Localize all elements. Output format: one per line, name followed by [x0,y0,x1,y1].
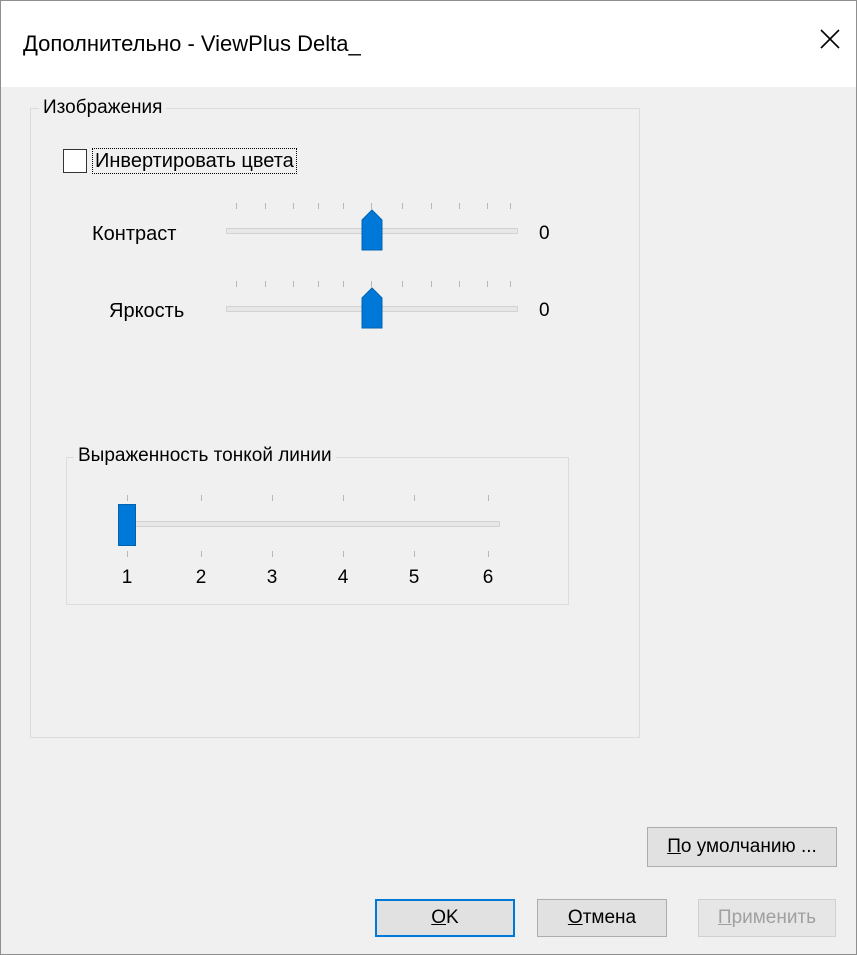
ok-label: K [446,907,459,928]
ok-button[interactable]: ОK [375,899,515,937]
tick-label-2: 2 [195,567,207,588]
contrast-tick [293,203,294,209]
images-group-label: Изображения [39,97,167,119]
contrast-tick [459,203,460,209]
line-thickness-tick [414,495,415,501]
contrast-tick [236,203,237,209]
brightness-thumb[interactable] [361,287,383,329]
defaults-label: о умолчанию ... [680,836,817,857]
brightness-tick [431,281,432,287]
apply-button[interactable]: Применить [698,899,836,937]
contrast-value: 0 [539,223,550,244]
line-thickness-tick [343,495,344,501]
line-thickness-tick [488,495,489,501]
close-icon [820,29,840,49]
contrast-tick [402,203,403,209]
line-thickness-tick [343,551,344,557]
contrast-tick [343,203,344,209]
cancel-button[interactable]: Отмена [537,899,667,937]
line-thickness-track[interactable] [126,521,500,527]
brightness-tick [459,281,460,287]
brightness-tick [293,281,294,287]
contrast-label: Контраст [92,223,177,245]
line-thickness-tick [127,495,128,501]
brightness-label: Яркость [109,300,185,322]
tick-label-1: 1 [121,567,133,588]
window-title: Дополнительно - ViewPlus Delta_ [23,31,361,56]
contrast-thumb[interactable] [361,209,383,251]
line-thickness-thumb[interactable] [118,504,136,546]
brightness-tick [343,281,344,287]
line-thickness-group-label: Выраженность тонкой линии [74,445,336,467]
tick-label-6: 6 [482,567,494,588]
brightness-tick [265,281,266,287]
dialog-window: Дополнительно - ViewPlus Delta_ Изображе… [0,0,857,955]
ok-accel: О [431,907,447,928]
brightness-tick [402,281,403,287]
brightness-tick [487,281,488,287]
line-thickness-tick [272,495,273,501]
line-thickness-tick [201,495,202,501]
line-thickness-tick [201,551,202,557]
line-thickness-tick [127,551,128,557]
invert-colors-checkbox[interactable]: Инвертировать цвета [63,148,297,174]
close-button[interactable] [804,13,856,65]
title-bar: Дополнительно - ViewPlus Delta_ [1,1,856,87]
brightness-tick [510,281,511,287]
contrast-tick [265,203,266,209]
apply-accel: П [717,907,732,928]
cancel-accel: О [567,907,583,928]
defaults-accel: П [667,836,681,857]
defaults-button[interactable]: По умолчанию ... [647,827,837,867]
tick-label-4: 4 [337,567,349,588]
contrast-tick [510,203,511,209]
contrast-tick [487,203,488,209]
contrast-tick [431,203,432,209]
cancel-label: тмена [582,907,637,928]
brightness-tick [236,281,237,287]
checkbox-box[interactable] [63,149,87,173]
brightness-value: 0 [539,300,550,321]
tick-label-3: 3 [266,567,278,588]
apply-label: рименить [731,907,817,928]
line-thickness-tick [414,551,415,557]
tick-label-5: 5 [408,567,420,588]
brightness-tick [318,281,319,287]
invert-colors-label: Инвертировать цвета [92,148,297,174]
line-thickness-tick [488,551,489,557]
line-thickness-tick [272,551,273,557]
images-groupbox [30,108,640,738]
contrast-tick [318,203,319,209]
